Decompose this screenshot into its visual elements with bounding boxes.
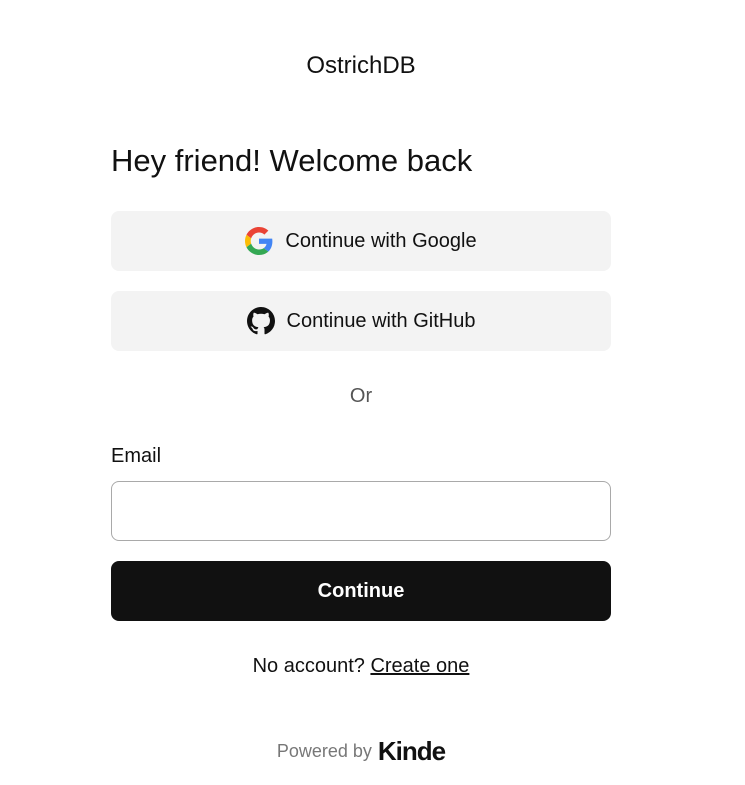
email-field[interactable] <box>111 481 611 541</box>
github-icon <box>246 307 275 335</box>
google-icon <box>245 227 273 255</box>
continue-with-google-button[interactable]: Continue with Google <box>111 211 611 271</box>
create-account-link[interactable]: Create one <box>370 655 469 677</box>
login-page: OstrichDB Hey friend! Welcome back Conti… <box>0 0 745 785</box>
powered-by-label: Powered by <box>276 741 372 761</box>
signup-prompt-text: No account? <box>252 655 371 677</box>
divider-or: Or <box>349 385 373 407</box>
email-label: Email <box>111 445 162 467</box>
powered-by-footer[interactable]: Powered by Kinde <box>0 736 722 767</box>
signup-prompt: No account? Create one <box>0 653 722 679</box>
brand-name: OstrichDB <box>306 52 416 79</box>
continue-button[interactable]: Continue <box>111 561 611 621</box>
continue-with-github-button[interactable]: Continue with GitHub <box>111 291 611 351</box>
page-title: Hey friend! Welcome back <box>111 143 473 178</box>
kinde-logo[interactable]: Kinde <box>378 736 446 767</box>
github-button-label: Continue with GitHub <box>286 309 476 332</box>
google-button-label: Continue with Google <box>285 229 477 252</box>
